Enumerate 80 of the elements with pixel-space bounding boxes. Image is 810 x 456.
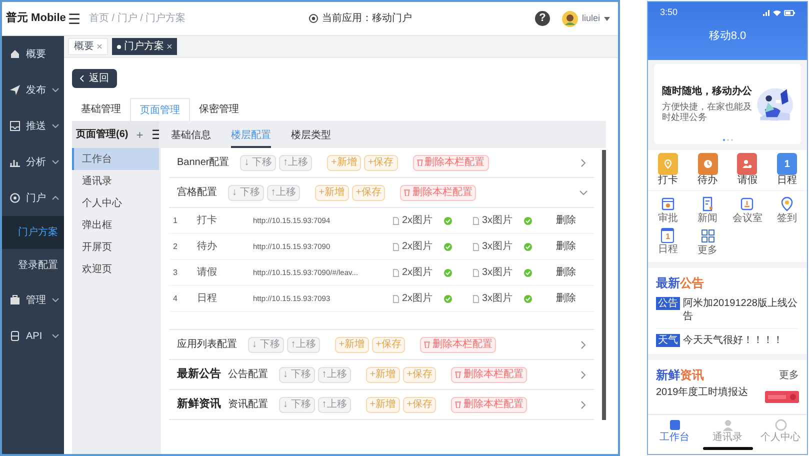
image-link[interactable]: 3x图片 xyxy=(482,239,513,254)
notice-tag: 天气 xyxy=(656,334,680,347)
sidebar-item[interactable]: 推送 xyxy=(2,108,64,144)
sidebar-item[interactable]: API xyxy=(2,318,64,354)
section-title: Banner配置 xyxy=(177,156,230,170)
image-link[interactable]: 3x图片 xyxy=(482,265,513,280)
app-label: 打卡 xyxy=(658,175,678,187)
app-label: 审批 xyxy=(658,212,678,225)
current-app-label: 当前应用：移动门户 xyxy=(322,12,412,26)
notice-tag: 公告 xyxy=(656,297,680,310)
image-link[interactable]: 2x图片 xyxy=(402,291,433,306)
table-cell-text: 待办 xyxy=(197,240,218,254)
table-cell-text: 4 xyxy=(172,292,178,304)
panel-title: 页面管理(6) xyxy=(76,128,128,142)
app-logo: 普元 Mobile xyxy=(5,10,64,26)
table-cell-text: 日程 xyxy=(197,292,218,306)
section-title: 资讯配置 xyxy=(228,398,268,412)
notice-text[interactable]: 阿米加20191228版上线公告 xyxy=(683,297,799,323)
app-label: 新闻 xyxy=(698,212,718,225)
sidebar-subitem[interactable]: 登录配置 xyxy=(2,249,64,282)
page-list-item[interactable]: 通讯录 xyxy=(72,170,159,192)
page-tab[interactable]: 基础管理 xyxy=(72,98,130,121)
sidebar-item[interactable]: 概要 xyxy=(2,36,64,72)
news-title[interactable]: 2019年度工时填报达 xyxy=(656,387,748,399)
app-label: 请假 xyxy=(737,175,758,187)
open-tab[interactable]: 门户方案 xyxy=(112,38,177,55)
sidebar-item[interactable]: 门户 xyxy=(2,180,64,216)
banner-headline: 随时随地，移动办公 xyxy=(662,84,753,99)
page-list-item[interactable]: 欢迎页 xyxy=(72,258,159,280)
page-list-item[interactable]: 弹出框 xyxy=(72,214,159,236)
status-time: 3:50 xyxy=(660,6,678,20)
section-title: 最新公告 xyxy=(656,275,704,292)
notice-text[interactable]: 今天天气很好！！！！ xyxy=(683,334,783,347)
table-cell-text: 打卡 xyxy=(197,214,218,228)
sidebar-item[interactable]: 发布 xyxy=(2,72,64,108)
user-name[interactable]: liulei xyxy=(582,12,600,26)
bottom-tab[interactable]: 工作台 xyxy=(648,418,701,444)
section-title: 公告配置 xyxy=(228,368,268,382)
help-button[interactable]: ? xyxy=(534,11,550,26)
menu-button[interactable]: ☰ xyxy=(68,12,81,26)
more-link[interactable]: 更多 xyxy=(779,368,799,382)
sidebar-item[interactable]: 分析 xyxy=(2,144,64,180)
floor-tab[interactable]: 楼层类型 xyxy=(291,128,331,148)
app-label: 更多 xyxy=(698,244,718,257)
app-label: 日程 xyxy=(658,243,678,256)
section-title: 宫格配置 xyxy=(177,186,217,200)
page-tab[interactable]: 保密管理 xyxy=(190,98,248,121)
delete-link[interactable]: 删除 xyxy=(556,213,576,228)
image-link[interactable]: 2x图片 xyxy=(402,213,433,228)
page-list-item[interactable]: 工作台 xyxy=(72,148,159,170)
image-link[interactable]: 2x图片 xyxy=(402,239,433,254)
table-cell-text: 请假 xyxy=(197,266,218,280)
table-cell-text: 1 xyxy=(172,214,178,226)
table-cell-text: 3 xyxy=(172,266,178,278)
section-title: 新鲜资讯 xyxy=(656,367,704,384)
section-heading: 新鲜资讯 xyxy=(177,396,221,412)
floor-tab[interactable]: 基础信息 xyxy=(171,128,211,148)
open-tab[interactable]: 概要 xyxy=(68,38,108,55)
delete-link[interactable]: 删除 xyxy=(556,291,576,306)
app-label: 待办 xyxy=(698,175,718,187)
sidebar-item[interactable]: 管理 xyxy=(2,282,64,318)
back-button[interactable]: 返回 xyxy=(72,69,117,88)
image-link[interactable]: 2x图片 xyxy=(402,265,433,280)
section-heading: 最新公告 xyxy=(177,366,221,382)
add-button[interactable]: + xyxy=(136,128,144,140)
table-cell-text: 2 xyxy=(172,240,178,252)
page-list-item[interactable]: 开屏页 xyxy=(72,236,159,258)
page-list-item[interactable]: 个人中心 xyxy=(72,192,159,214)
section-title: 应用列表配置 xyxy=(177,338,237,352)
sidebar-subitem[interactable]: 门户方案 xyxy=(2,216,64,249)
breadcrumb: 首页 / 门户 / 门户方案 xyxy=(89,12,186,26)
app-label: 日程 xyxy=(777,175,798,187)
app-label: 会议室 xyxy=(732,212,762,225)
banner-subtitle: 方便快捷，在家也能及时处理公务 xyxy=(662,102,752,124)
image-link[interactable]: 3x图片 xyxy=(482,213,513,228)
delete-link[interactable]: 删除 xyxy=(556,239,576,254)
app-title: 移动8.0 xyxy=(708,29,748,44)
app-label: 签到 xyxy=(777,212,798,225)
delete-link[interactable]: 删除 xyxy=(556,265,576,280)
image-link[interactable]: 3x图片 xyxy=(482,291,513,306)
